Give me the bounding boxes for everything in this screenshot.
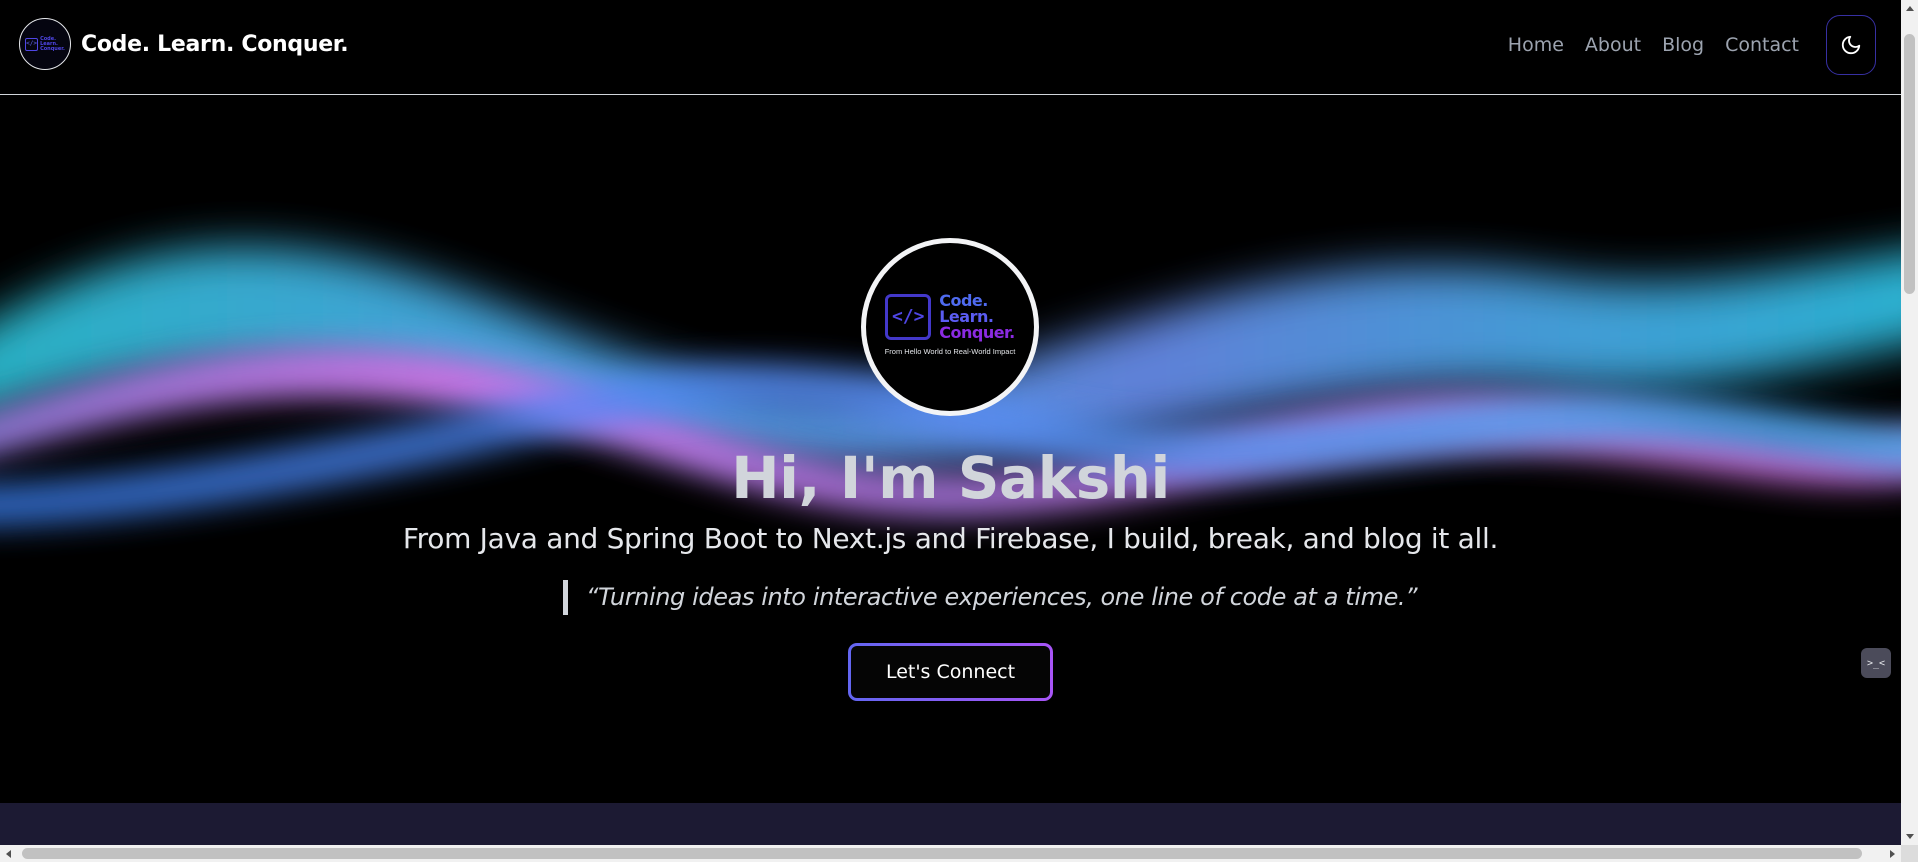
scroll-down-arrow-icon[interactable] bbox=[1901, 828, 1918, 845]
scrollbar-corner bbox=[1901, 845, 1918, 862]
horizontal-scroll-thumb[interactable] bbox=[22, 848, 1862, 859]
brand[interactable]: </> Code. Learn. Conquer. Code. Learn. C… bbox=[19, 18, 349, 70]
avatar-logo: </> Code. Learn. Conquer. bbox=[885, 292, 1015, 342]
profile-avatar: </> Code. Learn. Conquer. From Hello Wor… bbox=[861, 238, 1039, 416]
brand-logo[interactable]: </> Code. Learn. Conquer. bbox=[19, 18, 71, 70]
avatar-line-conquer: Conquer. bbox=[939, 322, 1015, 342]
code-brackets-icon: </> bbox=[885, 293, 932, 340]
code-brackets-icon: </> bbox=[25, 37, 39, 51]
lets-connect-button[interactable]: Let's Connect bbox=[848, 643, 1053, 701]
vertical-scroll-thumb[interactable] bbox=[1904, 34, 1915, 294]
page: </> Code. Learn. Conquer. Code. Learn. C… bbox=[0, 0, 1901, 845]
nav-contact-link[interactable]: Contact bbox=[1725, 34, 1799, 56]
hero-subtitle: From Java and Spring Boot to Next.js and… bbox=[402, 522, 1499, 555]
avatar-tagline: From Hello World to Real-World Impact bbox=[884, 346, 1016, 356]
next-section bbox=[0, 803, 1901, 845]
scroll-left-arrow-icon[interactable] bbox=[0, 845, 17, 862]
vertical-scrollbar[interactable] bbox=[1901, 0, 1918, 845]
scroll-right-arrow-icon[interactable] bbox=[1884, 845, 1901, 862]
scroll-up-arrow-icon[interactable] bbox=[1901, 0, 1918, 17]
lets-connect-label[interactable]: Let's Connect bbox=[851, 646, 1050, 698]
site-header: </> Code. Learn. Conquer. Code. Learn. C… bbox=[0, 0, 1901, 95]
hero-quote: “Turning ideas into interactive experien… bbox=[563, 580, 1418, 615]
theme-toggle-button[interactable] bbox=[1826, 15, 1876, 75]
nav-blog-link[interactable]: Blog bbox=[1662, 34, 1704, 56]
main-nav: Home About Blog Contact bbox=[1508, 34, 1799, 56]
brand-logo-mark: </> Code. Learn. Conquer. bbox=[25, 35, 65, 52]
brand-title[interactable]: Code. Learn. Conquer. bbox=[81, 32, 349, 57]
nav-about-link[interactable]: About bbox=[1585, 34, 1641, 56]
hero-title: Hi, I'm Sakshi bbox=[731, 444, 1170, 512]
nav-home-link[interactable]: Home bbox=[1508, 34, 1564, 56]
hero-section: </> Code. Learn. Conquer. From Hello Wor… bbox=[0, 96, 1901, 803]
terminal-face-icon[interactable]: >_< bbox=[1861, 648, 1891, 678]
avatar-logo-text: Code. Learn. Conquer. bbox=[939, 292, 1015, 342]
brand-logo-text: Code. Learn. Conquer. bbox=[40, 35, 65, 52]
horizontal-scrollbar[interactable] bbox=[0, 845, 1901, 862]
moon-icon bbox=[1841, 35, 1861, 55]
